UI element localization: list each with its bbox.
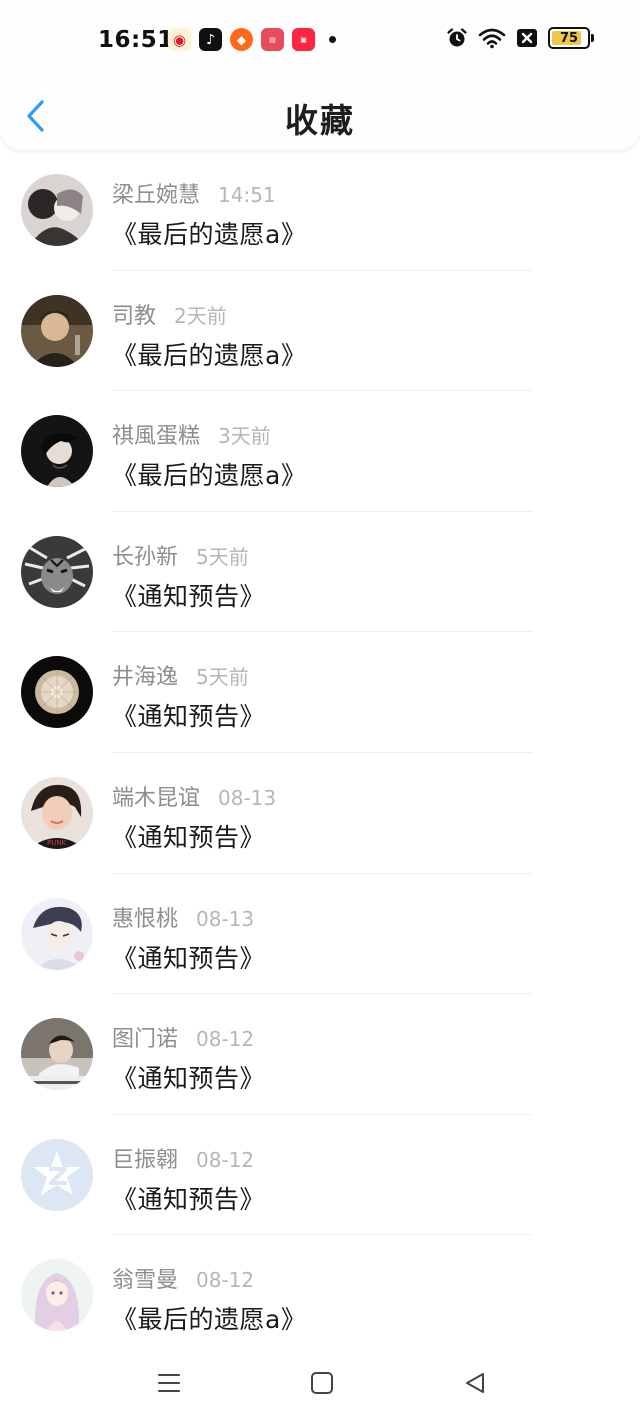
item-title: 《通知预告》 xyxy=(112,943,266,973)
list-item[interactable]: 井海逸 5天前 《通知预告》 xyxy=(0,632,640,753)
item-time: 3天前 xyxy=(218,424,271,449)
xiaohongshu-icon: ▣ xyxy=(292,28,315,51)
avatar xyxy=(21,1138,93,1211)
top-bar: 16:51 ◉ ♪ ◆ ▤ ▣ 75 收藏 xyxy=(0,0,640,150)
author-name: 巨振翱 xyxy=(112,1147,179,1173)
system-nav-bar xyxy=(0,1356,640,1422)
author-name: 司教 xyxy=(112,303,157,329)
default-avatar-icon xyxy=(21,1138,93,1211)
nav-bar: 收藏 xyxy=(0,82,640,150)
list-item[interactable]: 惠恨桃 08-13 《通知预告》 xyxy=(0,874,640,995)
item-title: 《通知预告》 xyxy=(112,581,266,611)
more-notifications-dot xyxy=(329,36,336,43)
avatar xyxy=(21,1018,93,1091)
item-time: 08-12 xyxy=(196,1027,255,1052)
author-name: 祺風蛋糕 xyxy=(112,424,201,450)
list-item[interactable]: 祺風蛋糕 3天前 《最后的遗愿a》 xyxy=(0,391,640,512)
home-icon xyxy=(311,1372,333,1394)
item-meta: 惠恨桃 08-13 xyxy=(112,901,254,933)
svg-text:PUNK: PUNK xyxy=(47,839,67,847)
item-title: 《最后的遗愿a》 xyxy=(112,461,307,491)
battery-icon: 75 xyxy=(548,27,590,49)
item-meta: 祺風蛋糕 3天前 xyxy=(112,418,271,450)
item-meta: 翁雪曼 08-12 xyxy=(112,1262,254,1294)
status-bar: 16:51 ◉ ♪ ◆ ▤ ▣ 75 xyxy=(0,0,640,82)
item-title: 《通知预告》 xyxy=(112,822,266,852)
sim-off-icon xyxy=(516,28,538,48)
list-item[interactable]: 图门诺 08-12 《通知预告》 xyxy=(0,994,640,1115)
item-time: 14:51 xyxy=(218,183,276,207)
weibo-icon: ◉ xyxy=(168,28,191,51)
alarm-icon xyxy=(446,27,468,49)
item-time: 08-12 xyxy=(196,1268,255,1293)
item-meta: 图门诺 08-12 xyxy=(112,1021,254,1053)
avatar xyxy=(21,656,93,729)
list-item[interactable]: 梁丘婉慧 14:51 《最后的遗愿a》 xyxy=(0,150,640,271)
list-item[interactable]: 巨振翱 08-12 《通知预告》 xyxy=(0,1115,640,1236)
list-item[interactable]: 翁雪曼 08-12 《最后的遗愿a》 xyxy=(0,1235,640,1356)
author-name: 翁雪曼 xyxy=(112,1268,179,1294)
battery-level: 75 xyxy=(559,30,579,46)
system-back-button[interactable] xyxy=(457,1368,493,1398)
author-name: 惠恨桃 xyxy=(112,906,179,932)
notification-icons: ◉ ♪ ◆ ▤ ▣ xyxy=(168,28,336,51)
item-time: 08-13 xyxy=(218,785,277,810)
avatar xyxy=(21,1259,93,1332)
item-title: 《通知预告》 xyxy=(112,1064,266,1094)
item-title: 《最后的遗愿a》 xyxy=(112,1305,307,1335)
page-title: 收藏 xyxy=(285,101,355,140)
author-name: 图门诺 xyxy=(112,1027,179,1053)
taobao-icon: ◆ xyxy=(230,28,253,51)
menu-icon xyxy=(158,1374,180,1392)
avatar xyxy=(21,294,93,367)
item-meta: 巨振翱 08-12 xyxy=(112,1142,254,1174)
item-time: 08-12 xyxy=(196,1147,255,1172)
item-meta: 司教 2天前 xyxy=(112,298,227,330)
item-time: 5天前 xyxy=(196,665,249,690)
item-title: 《最后的遗愿a》 xyxy=(112,220,307,249)
avatar xyxy=(21,415,93,488)
avatar xyxy=(21,174,93,246)
tiktok-icon: ♪ xyxy=(199,28,222,51)
author-name: 井海逸 xyxy=(112,665,179,691)
wifi-icon xyxy=(478,27,506,49)
avatar xyxy=(21,535,93,608)
author-name: 长孙新 xyxy=(112,544,179,570)
menu-button[interactable] xyxy=(151,1368,187,1398)
favorites-list: 梁丘婉慧 14:51 《最后的遗愿a》 司教 2天前 《最后的遗愿a》 祺風蛋糕… xyxy=(0,150,640,1356)
item-meta: 井海逸 5天前 xyxy=(112,659,249,691)
back-triangle-icon xyxy=(466,1373,484,1393)
list-item[interactable]: PUNK 端木昆谊 08-13 《通知预告》 xyxy=(0,753,640,874)
item-title: 《通知预告》 xyxy=(112,1184,266,1214)
status-icons: 75 xyxy=(436,27,594,49)
item-title: 《通知预告》 xyxy=(112,702,266,732)
avatar: PUNK xyxy=(21,776,93,849)
battery-cap xyxy=(591,34,594,42)
list-item[interactable]: 长孙新 5天前 《通知预告》 xyxy=(0,512,640,633)
author-name: 梁丘婉慧 xyxy=(112,183,201,208)
item-meta: 端木昆谊 08-13 xyxy=(112,780,276,812)
news-icon: ▤ xyxy=(261,28,284,51)
list-item[interactable]: 司教 2天前 《最后的遗愿a》 xyxy=(0,271,640,392)
author-name: 端木昆谊 xyxy=(112,785,201,811)
item-title: 《最后的遗愿a》 xyxy=(112,340,307,370)
item-meta: 梁丘婉慧 14:51 xyxy=(112,177,276,209)
home-button[interactable] xyxy=(304,1368,340,1398)
avatar xyxy=(21,897,93,970)
item-meta: 长孙新 5天前 xyxy=(112,539,249,571)
item-time: 08-13 xyxy=(196,906,255,931)
item-time: 5天前 xyxy=(196,544,249,569)
item-time: 2天前 xyxy=(174,303,227,328)
status-time: 16:51 xyxy=(98,27,174,53)
